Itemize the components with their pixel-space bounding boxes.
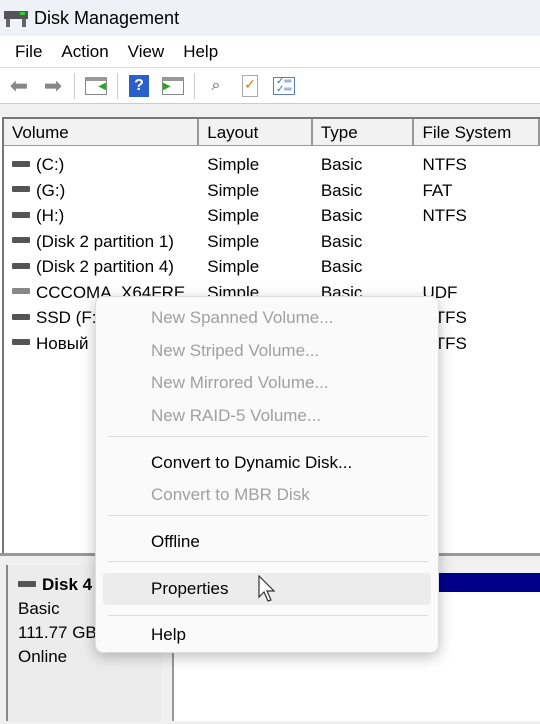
menu-item-new-mirrored-volume: New Mirrored Volume...	[151, 373, 329, 392]
table-row[interactable]: (C:) Simple Basic NTFS	[4, 152, 540, 178]
help-icon[interactable]: ?	[126, 74, 152, 98]
cell-type: Basic	[313, 229, 415, 255]
cell-text: Basic	[320, 180, 363, 200]
menu-file[interactable]: File	[15, 42, 42, 62]
cell-type: Basic	[313, 203, 415, 229]
settings-list-icon[interactable]: ✓═ ✓═	[271, 74, 297, 98]
show-hide-action-pane-icon[interactable]: ▶	[160, 74, 186, 98]
cell-file-system: FAT	[414, 178, 540, 204]
cell-text: Simple	[207, 155, 260, 174]
menu-item-help[interactable]: Help	[96, 619, 438, 651]
cell-text: Basic	[320, 155, 363, 174]
cell-text: NTFS	[422, 155, 467, 174]
menu-item-offline[interactable]: Offline	[96, 526, 438, 558]
table-row[interactable]: (Disk 2 partition 4) Simple Basic	[4, 254, 540, 280]
cell-layout: Simple	[199, 152, 313, 178]
menu-action[interactable]: Action	[61, 42, 108, 62]
rescan-disks-icon[interactable]: ⌕	[203, 74, 229, 98]
disk-management-icon	[4, 9, 28, 27]
menu-help[interactable]: Help	[183, 42, 218, 62]
column-volume[interactable]: Volume	[4, 119, 200, 145]
cell-type: Basic	[313, 178, 415, 204]
title-bar: Disk Management	[0, 0, 540, 36]
toolbar-separator	[74, 72, 75, 99]
cell-layout: Simple	[199, 229, 313, 255]
column-file-system[interactable]: File System	[414, 119, 540, 145]
drive-icon	[12, 211, 30, 218]
disk-name: Disk 4	[42, 575, 93, 594]
menu-separator	[108, 561, 428, 562]
cell-text: NTFS	[422, 206, 467, 225]
menu-view[interactable]: View	[128, 42, 165, 62]
window-title: Disk Management	[34, 7, 180, 28]
drive-icon	[12, 339, 30, 346]
toolbar-separator	[194, 72, 195, 99]
menu-item-new-striped-volume: New Striped Volume...	[151, 341, 320, 360]
column-type[interactable]: Type	[313, 119, 415, 145]
cell-volume: (G:)	[4, 178, 199, 204]
menu-separator	[108, 615, 428, 616]
cell-text: (Disk 2 partition 4)	[36, 257, 174, 276]
cell-volume: (Disk 2 partition 1)	[4, 229, 199, 255]
menu-item-convert-to-dynamic-disk[interactable]: Convert to Dynamic Disk...	[96, 447, 438, 479]
cell-file-system	[414, 254, 540, 280]
drive-icon	[12, 262, 30, 269]
cell-text: Simple	[207, 257, 260, 276]
cell-text: Basic	[320, 231, 363, 251]
cell-text: Basic	[320, 206, 363, 225]
back-icon[interactable]: ⬅	[6, 73, 32, 98]
list-header: Volume Layout Type File System	[4, 119, 540, 146]
drive-icon	[12, 237, 30, 244]
drive-icon	[12, 186, 30, 193]
menu-item-new-raid-5-volume: New RAID-5 Volume...	[151, 406, 322, 425]
cell-layout: Simple	[199, 178, 313, 204]
table-row[interactable]: (Disk 2 partition 1) Simple Basic	[4, 229, 540, 255]
menu-item-convert-to-mbr-disk: Convert to MBR Disk	[151, 485, 310, 504]
cell-type: Basic	[313, 152, 415, 178]
toolbar: ⬅ ➡ ◀ ? ▶ ⌕ ✓ ✓═ ✓═	[0, 68, 540, 104]
show-hide-console-tree-icon[interactable]: ◀	[83, 74, 109, 98]
table-row[interactable]: (G:) Simple Basic FAT	[4, 178, 540, 204]
cell-text: FAT	[422, 180, 453, 200]
mouse-cursor-icon	[258, 575, 276, 602]
optical-drive-icon	[12, 288, 30, 295]
cell-text: Новый	[36, 333, 89, 353]
cell-text: Simple	[207, 231, 260, 251]
cell-file-system: NTFS	[414, 203, 540, 229]
menu-bar: File Action View Help	[0, 36, 540, 68]
properties-icon[interactable]: ✓	[237, 74, 263, 98]
menu-separator	[108, 436, 428, 437]
menu-separator	[108, 515, 428, 516]
drive-icon	[12, 313, 30, 320]
cell-file-system	[414, 229, 540, 255]
cell-text: (H:)	[36, 206, 65, 225]
menu-item-new-spanned-volume: New Spanned Volume...	[151, 308, 334, 327]
column-layout[interactable]: Layout	[199, 119, 313, 145]
cell-text: (Disk 2 partition 1)	[36, 231, 174, 251]
cell-volume: (H:)	[4, 203, 199, 229]
cell-type: Basic	[313, 254, 415, 280]
cell-volume: (Disk 2 partition 4)	[4, 254, 199, 280]
toolbar-separator	[117, 72, 118, 99]
cell-text: (C:)	[36, 155, 65, 174]
toolbar-strip	[0, 104, 540, 117]
forward-icon[interactable]: ➡	[40, 73, 66, 98]
cell-file-system: NTFS	[414, 152, 540, 178]
cell-text: Simple	[207, 180, 260, 200]
disk-icon	[18, 580, 36, 587]
cell-text: (G:)	[36, 180, 66, 200]
cell-layout: Simple	[199, 254, 313, 280]
cell-volume: (C:)	[4, 152, 199, 178]
cell-text: Basic	[320, 257, 363, 276]
drive-icon	[12, 160, 30, 167]
table-row[interactable]: (H:) Simple Basic NTFS	[4, 203, 540, 229]
cell-text: SSD (F:)	[36, 308, 103, 327]
cell-layout: Simple	[199, 203, 313, 229]
cell-text: Simple	[207, 206, 260, 225]
